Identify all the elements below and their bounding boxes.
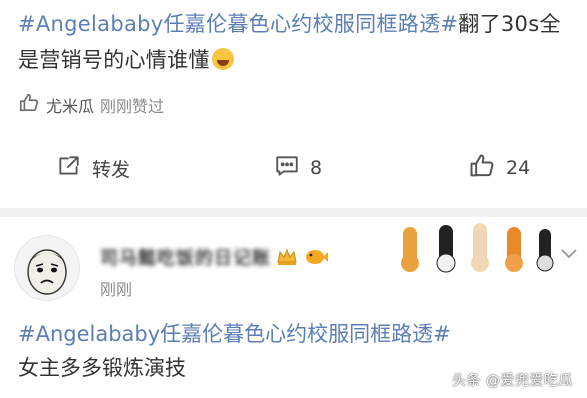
repost-button[interactable]: 转发 <box>56 153 130 184</box>
post-card: #Angelababy任嘉伦暮色心约校服同框路透#翻了30s全是营销号的心情谁懂… <box>0 0 587 208</box>
liked-by-user[interactable]: 尤米瓜 <box>46 93 94 117</box>
like-button[interactable]: 24 <box>468 152 530 185</box>
section-divider <box>0 208 587 217</box>
action-bar: 转发 8 24 <box>0 148 587 188</box>
comment-count: 8 <box>310 157 323 179</box>
watermark: 头条 @爱兜爱吃瓜 <box>452 373 573 389</box>
avatar[interactable] <box>14 235 80 301</box>
repost-label: 转发 <box>92 158 131 181</box>
post-topic-link[interactable]: #Angelababy任嘉伦暮色心约校服同框路透# <box>18 12 458 36</box>
like-count: 24 <box>506 157 531 179</box>
paw-decoration-icon <box>401 223 554 273</box>
chevron-down-icon[interactable] <box>560 245 578 264</box>
laughing-tears-emoji-icon <box>211 48 234 70</box>
comment-icon <box>274 153 300 184</box>
liked-by-row: 尤米瓜 刚刚赞过 <box>18 92 164 118</box>
post-text: #Angelababy任嘉伦暮色心约校服同框路透#翻了30s全是营销号的心情谁懂 <box>18 6 573 78</box>
liked-by-suffix: 刚刚赞过 <box>100 97 165 116</box>
comment-card: 司马懿吃饭的日记账 刚刚 #Angelababy任嘉伦暮色心约校服同框路透# 女… <box>0 217 587 398</box>
comment-time: 刚刚 <box>100 280 133 299</box>
comment-topic-link[interactable]: #Angelababy任嘉伦暮色心约校服同框路透# <box>18 317 573 351</box>
fish-badge-icon <box>303 246 328 268</box>
crown-badge-icon <box>275 246 299 268</box>
like-outline-icon <box>18 92 40 118</box>
like-icon <box>468 152 496 185</box>
repost-icon <box>56 153 82 184</box>
comment-button[interactable]: 8 <box>274 153 322 184</box>
comment-username[interactable]: 司马懿吃饭的日记账 <box>100 244 271 270</box>
